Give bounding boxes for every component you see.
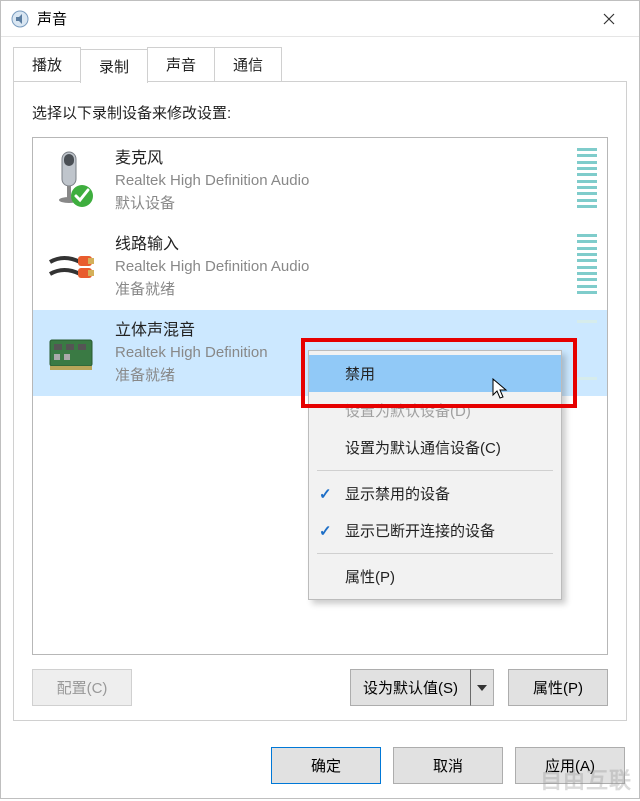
apply-button[interactable]: 应用(A) bbox=[515, 747, 625, 784]
device-row-linein[interactable]: 线路输入 Realtek High Definition Audio 准备就绪 bbox=[33, 224, 607, 310]
page-description: 选择以下录制设备来修改设置: bbox=[32, 102, 608, 123]
dialog-button-row: 确定 取消 应用(A) bbox=[1, 735, 639, 798]
microphone-icon bbox=[43, 148, 99, 212]
context-menu: 禁用 设置为默认设备(D) 设置为默认通信设备(C) ✓ 显示禁用的设备 ✓ 显… bbox=[308, 350, 562, 600]
device-status: 准备就绪 bbox=[115, 279, 569, 302]
ctx-show-disconnected[interactable]: ✓ 显示已断开连接的设备 bbox=[309, 512, 561, 549]
ctx-set-default-comm[interactable]: 设置为默认通信设备(C) bbox=[309, 429, 561, 466]
speaker-icon bbox=[11, 10, 29, 28]
device-driver: Realtek High Definition Audio bbox=[115, 256, 569, 279]
ctx-separator bbox=[317, 553, 553, 554]
tab-record[interactable]: 录制 bbox=[80, 49, 148, 83]
tab-sound[interactable]: 声音 bbox=[147, 47, 215, 82]
device-status: 默认设备 bbox=[115, 193, 569, 216]
check-icon: ✓ bbox=[319, 522, 332, 540]
level-meter bbox=[577, 320, 597, 380]
close-button[interactable] bbox=[589, 4, 629, 34]
cancel-button[interactable]: 取消 bbox=[393, 747, 503, 784]
device-driver: Realtek High Definition Audio bbox=[115, 170, 569, 193]
level-meter bbox=[577, 234, 597, 294]
ctx-set-default[interactable]: 设置为默认设备(D) bbox=[309, 392, 561, 429]
device-name: 麦克风 bbox=[115, 148, 569, 170]
set-default-label[interactable]: 设为默认值(S) bbox=[350, 669, 470, 706]
configure-button[interactable]: 配置(C) bbox=[32, 669, 132, 706]
set-default-button[interactable]: 设为默认值(S) bbox=[350, 669, 494, 706]
ctx-show-disabled[interactable]: ✓ 显示禁用的设备 bbox=[309, 475, 561, 512]
check-icon: ✓ bbox=[319, 485, 332, 503]
device-row-microphone[interactable]: 麦克风 Realtek High Definition Audio 默认设备 bbox=[33, 138, 607, 224]
properties-button[interactable]: 属性(P) bbox=[508, 669, 608, 706]
dropdown-arrow-icon[interactable] bbox=[470, 669, 494, 706]
tab-play[interactable]: 播放 bbox=[13, 47, 81, 82]
device-name: 立体声混音 bbox=[115, 320, 569, 342]
bottom-button-row: 配置(C) 设为默认值(S) 属性(P) bbox=[32, 669, 608, 706]
ctx-disable[interactable]: 禁用 bbox=[309, 355, 561, 392]
tab-strip: 播放 录制 声音 通信 bbox=[13, 47, 627, 82]
ctx-properties[interactable]: 属性(P) bbox=[309, 558, 561, 595]
level-meter bbox=[577, 148, 597, 208]
ctx-separator bbox=[317, 470, 553, 471]
tab-comm[interactable]: 通信 bbox=[214, 47, 282, 82]
soundcard-icon bbox=[43, 320, 99, 384]
device-name: 线路输入 bbox=[115, 234, 569, 256]
window-title: 声音 bbox=[37, 8, 589, 29]
titlebar: 声音 bbox=[1, 1, 639, 37]
linein-icon bbox=[43, 234, 99, 298]
ok-button[interactable]: 确定 bbox=[271, 747, 381, 784]
